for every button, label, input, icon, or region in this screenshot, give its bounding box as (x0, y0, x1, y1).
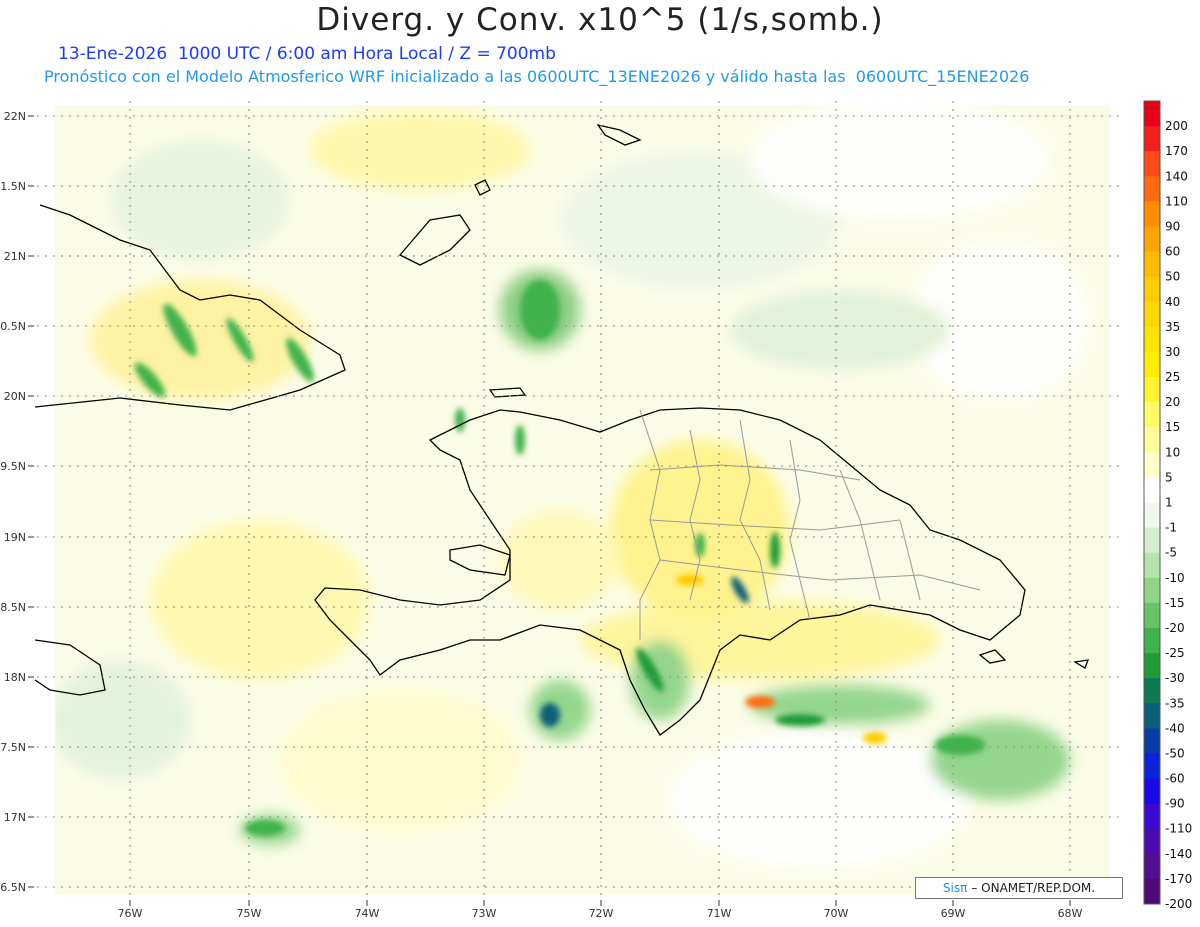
lat-label: 9.5N (0, 460, 26, 473)
colorbar-swatch (1144, 853, 1160, 880)
forecast-map: 22N 1.5N 21N 0.5N 20N 9.5N 19N 8.5N 18N … (0, 100, 1192, 920)
lon-label: 71W (707, 907, 732, 920)
lon-label: 69W (941, 907, 966, 920)
colorbar-swatch (1144, 627, 1160, 654)
colorbar-label: 35 (1165, 320, 1180, 334)
colorbar-swatch (1144, 101, 1160, 127)
colorbar-label: -20 (1165, 621, 1185, 635)
sispi-logo: Sisπ (942, 881, 968, 895)
colorbar-label: -5 (1165, 546, 1177, 560)
colorbar-label: 60 (1165, 245, 1180, 259)
colorbar-swatch (1144, 703, 1160, 729)
lat-label: 7.5N (0, 741, 26, 754)
colorbar-label: 30 (1165, 345, 1180, 359)
colorbar-swatch (1144, 402, 1160, 428)
colorbar-label: -140 (1165, 847, 1192, 861)
model-run-subtitle: Pronóstico con el Modelo Atmosferico WRF… (44, 67, 1030, 86)
colorbar-swatch (1144, 653, 1160, 679)
colorbar-label: 110 (1165, 194, 1188, 208)
lat-label: 22N (4, 110, 26, 123)
colorbar-swatch (1144, 778, 1160, 805)
colorbar-label: -40 (1165, 721, 1185, 735)
colorbar-swatch (1144, 728, 1160, 754)
lat-label: 17N (4, 811, 26, 824)
latitude-labels: 22N 1.5N 21N 0.5N 20N 9.5N 19N 8.5N 18N … (0, 110, 26, 894)
colorbar-label: 20 (1165, 395, 1180, 409)
colorbar-swatch (1144, 276, 1160, 303)
longitude-labels: 76W 75W 74W 73W 72W 71W 70W 69W 68W (118, 907, 1083, 920)
colorbar-label: -25 (1165, 646, 1185, 660)
colorbar-label: -35 (1165, 696, 1185, 710)
colorbar-label: -1 (1165, 521, 1177, 535)
credit-box: Sisπ – ONAMET/REP.DOM. (915, 877, 1123, 899)
colorbar-swatch (1144, 502, 1160, 529)
colorbar-label: 10 (1165, 445, 1180, 459)
credit-text: – ONAMET/REP.DOM. (971, 881, 1096, 895)
colorbar-swatch (1144, 753, 1160, 780)
lon-label: 75W (237, 907, 262, 920)
colorbar-label: -170 (1165, 872, 1192, 886)
lon-label: 70W (824, 907, 849, 920)
colorbar-label: 25 (1165, 370, 1180, 384)
lat-label: 8.5N (0, 601, 26, 614)
lon-label: 72W (589, 907, 614, 920)
colorbar-label: -30 (1165, 671, 1185, 685)
valid-time-subtitle: 13-Ene-2026 1000 UTC / 6:00 am Hora Loca… (58, 44, 556, 64)
colorbar-swatch (1144, 226, 1160, 253)
colorbar-swatch (1144, 201, 1160, 227)
map-title: Diverg. y Conv. x10^5 (1/s,somb.) (316, 2, 884, 38)
colorbar-swatch (1144, 477, 1160, 503)
colorbar-swatch (1144, 602, 1160, 629)
lon-label: 68W (1058, 907, 1083, 920)
colorbar-label: 50 (1165, 270, 1180, 284)
lat-label: 21N (4, 250, 26, 263)
colorbar-label: 170 (1165, 144, 1188, 158)
colorbar-label: -10 (1165, 571, 1185, 585)
colorbar-label: 40 (1165, 295, 1180, 309)
colorbar-swatch (1144, 527, 1160, 554)
lat-label: 6.5N (0, 881, 26, 894)
colorbar-swatch (1144, 326, 1160, 353)
colorbar-swatch (1144, 251, 1160, 278)
colorbar-label: 90 (1165, 219, 1180, 233)
colorbar-swatch (1144, 377, 1160, 403)
lon-label: 73W (472, 907, 497, 920)
colorbar-label: 5 (1165, 470, 1173, 484)
colorbar-label: -60 (1165, 772, 1185, 786)
lat-label: 18N (4, 671, 26, 684)
colorbar-swatch (1144, 126, 1160, 152)
colorbar-label: -200 (1165, 897, 1192, 911)
colorbar-swatch (1144, 452, 1160, 478)
divergence-field (55, 105, 1110, 895)
colorbar-swatch (1144, 176, 1160, 202)
lon-label: 76W (118, 907, 143, 920)
colorbar-label: 15 (1165, 420, 1180, 434)
colorbar-label: -50 (1165, 746, 1185, 760)
colorbar-swatch (1144, 577, 1160, 604)
colorbar-label: -90 (1165, 797, 1185, 811)
lat-label: 1.5N (0, 180, 26, 193)
lat-label: 20N (4, 390, 26, 403)
colorbar-swatch (1144, 552, 1160, 579)
lat-label: 19N (4, 531, 26, 544)
colorbar: 200 170 140 110 90 60 50 40 35 30 25 20 15 10 5 1 -1 -5 -1… (1143, 100, 1192, 911)
colorbar-swatch (1144, 351, 1160, 378)
lat-label: 0.5N (0, 320, 26, 333)
colorbar-swatch (1144, 828, 1160, 855)
colorbar-swatch (1144, 878, 1160, 905)
colorbar-label: 200 (1165, 119, 1188, 133)
colorbar-label: -15 (1165, 596, 1185, 610)
colorbar-swatch (1144, 678, 1160, 704)
colorbar-label: -110 (1165, 822, 1192, 836)
colorbar-label: 1 (1165, 496, 1173, 510)
colorbar-swatch (1144, 151, 1160, 177)
colorbar-swatch (1144, 427, 1160, 453)
colorbar-label: 140 (1165, 169, 1188, 183)
lon-label: 74W (355, 907, 380, 920)
colorbar-swatch (1144, 803, 1160, 830)
colorbar-swatch (1144, 301, 1160, 328)
